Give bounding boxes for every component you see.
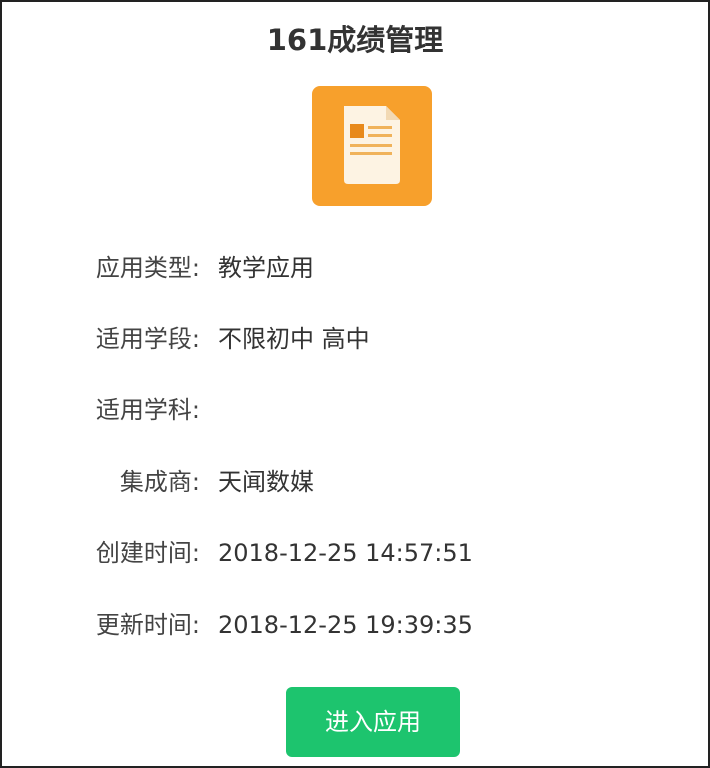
integrator-value: 天闻数媒 <box>218 468 314 496</box>
school-stage-row: 适用学段: 不限初中 高中 <box>2 321 702 357</box>
app-type-row: 应用类型: 教学应用 <box>2 250 702 286</box>
created-time-row: 创建时间: 2018-12-25 14:57:51 <box>2 535 702 571</box>
app-detail-card: 161成绩管理 应用类型: 教学应用 适用学段: 不限初中 高中 适用学科: 集… <box>0 0 710 768</box>
updated-time-row: 更新时间: 2018-12-25 19:39:35 <box>2 607 702 643</box>
integrator-row: 集成商: 天闻数媒 <box>2 464 702 500</box>
app-type-label: 应用类型: <box>95 254 200 282</box>
app-icon-tile <box>312 86 432 206</box>
updated-time-label: 更新时间: <box>95 611 200 639</box>
enter-app-button[interactable]: 进入应用 <box>286 687 460 757</box>
created-time-label: 创建时间: <box>95 539 200 567</box>
app-title: 161成绩管理 <box>266 23 444 57</box>
app-type-value: 教学应用 <box>218 254 314 282</box>
subject-row: 适用学科: <box>2 392 702 428</box>
school-stage-value: 不限初中 高中 <box>218 325 370 353</box>
created-time-value: 2018-12-25 14:57:51 <box>218 539 473 567</box>
updated-time-value: 2018-12-25 19:39:35 <box>218 611 473 639</box>
subject-label: 适用学科: <box>95 396 200 424</box>
school-stage-label: 适用学段: <box>95 325 200 353</box>
document-icon <box>344 106 400 184</box>
integrator-label: 集成商: <box>119 468 200 496</box>
